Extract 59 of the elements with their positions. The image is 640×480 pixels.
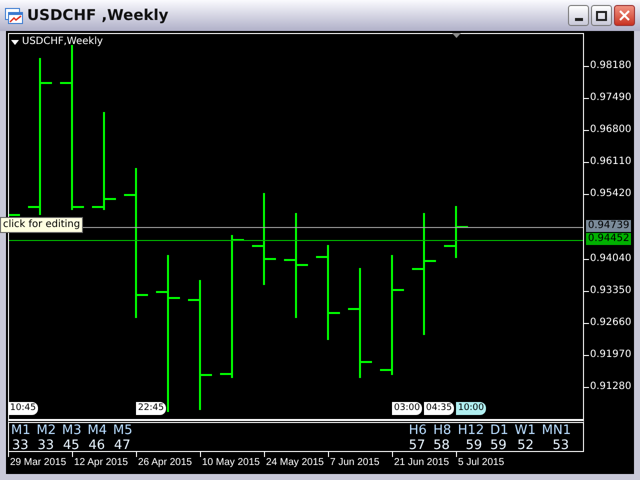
timeframe-label: H6	[408, 423, 428, 438]
timeframe-label: M3	[62, 423, 82, 438]
price-tick-label: 0.96110	[590, 155, 632, 169]
price-tick-label: 0.96800	[590, 123, 632, 137]
timeframe-label: M4	[88, 423, 107, 438]
timeframe-count: 47	[113, 438, 132, 453]
date-label: 12 Apr 2015	[74, 457, 128, 469]
time-marker[interactable]: 03:00	[392, 402, 422, 415]
chart-label: USDCHF,Weekly	[22, 36, 103, 48]
date-label: 10 May 2015	[202, 457, 260, 469]
maximize-button[interactable]	[591, 5, 612, 26]
price-tick-label: 0.93350	[590, 284, 632, 298]
price-tick-label: 0.91280	[590, 380, 632, 394]
close-button[interactable]	[614, 5, 635, 26]
date-label: 7 Jun 2015	[330, 457, 380, 469]
minimize-button[interactable]	[568, 5, 589, 26]
price-tick-label: 0.97490	[590, 91, 632, 105]
timeframe-count: 58	[433, 438, 451, 453]
timeframe-label: M5	[113, 423, 132, 438]
timeframe-count: 33	[36, 438, 55, 453]
tooltip: click for editing	[0, 217, 84, 233]
price-line-label: 0.94452	[586, 233, 632, 245]
time-marker[interactable]: 22:45	[136, 402, 166, 415]
price-tick-label: 0.91970	[590, 348, 632, 362]
timeframe-count: 53	[551, 438, 570, 453]
price-line-label: 0.94739	[586, 220, 632, 232]
date-label: 24 May 2015	[266, 457, 324, 469]
date-label: 21 Jun 2015	[394, 457, 450, 469]
date-label: 26 Apr 2015	[138, 457, 192, 469]
timeframe-count: 59	[464, 438, 484, 453]
timeframe-label: H8	[433, 423, 452, 438]
timeframe-count: 45	[62, 438, 80, 453]
timeframe-count: 59	[490, 438, 508, 453]
timeframe-count: 46	[88, 438, 106, 453]
time-marker[interactable]: 10:45	[8, 402, 38, 415]
minimize-icon	[574, 18, 582, 21]
shift-marker-icon[interactable]	[452, 33, 461, 38]
timeframe-label: M2	[36, 423, 56, 438]
price-tick-label: 0.92660	[590, 316, 632, 330]
timeframe-label: H12	[458, 423, 484, 438]
time-marker[interactable]: 04:35	[424, 402, 454, 415]
window-title: USDCHF ,Weekly	[27, 5, 168, 26]
price-tick-label: 0.98180	[590, 59, 632, 73]
timeframe-label: M1	[11, 423, 30, 438]
timeframe-count: 57	[408, 438, 426, 453]
timeframe-label: D1	[490, 423, 509, 438]
timeframe-count: 33	[11, 438, 30, 453]
date-label: 5 Jul 2015	[458, 457, 504, 469]
close-icon	[619, 10, 630, 21]
price-tick-label: 0.94040	[590, 252, 632, 266]
chart-window-icon	[5, 8, 23, 24]
timeframe-label: W1	[514, 423, 536, 438]
dropdown-triangle-icon	[11, 40, 19, 44]
timeframe-label: MN1	[542, 423, 571, 438]
date-label: 29 Mar 2015	[10, 457, 66, 469]
price-tick-label: 0.95420	[590, 187, 632, 201]
maximize-icon	[596, 10, 607, 20]
time-marker[interactable]: 10:00	[456, 402, 486, 415]
timeframe-count: 52	[516, 438, 535, 453]
